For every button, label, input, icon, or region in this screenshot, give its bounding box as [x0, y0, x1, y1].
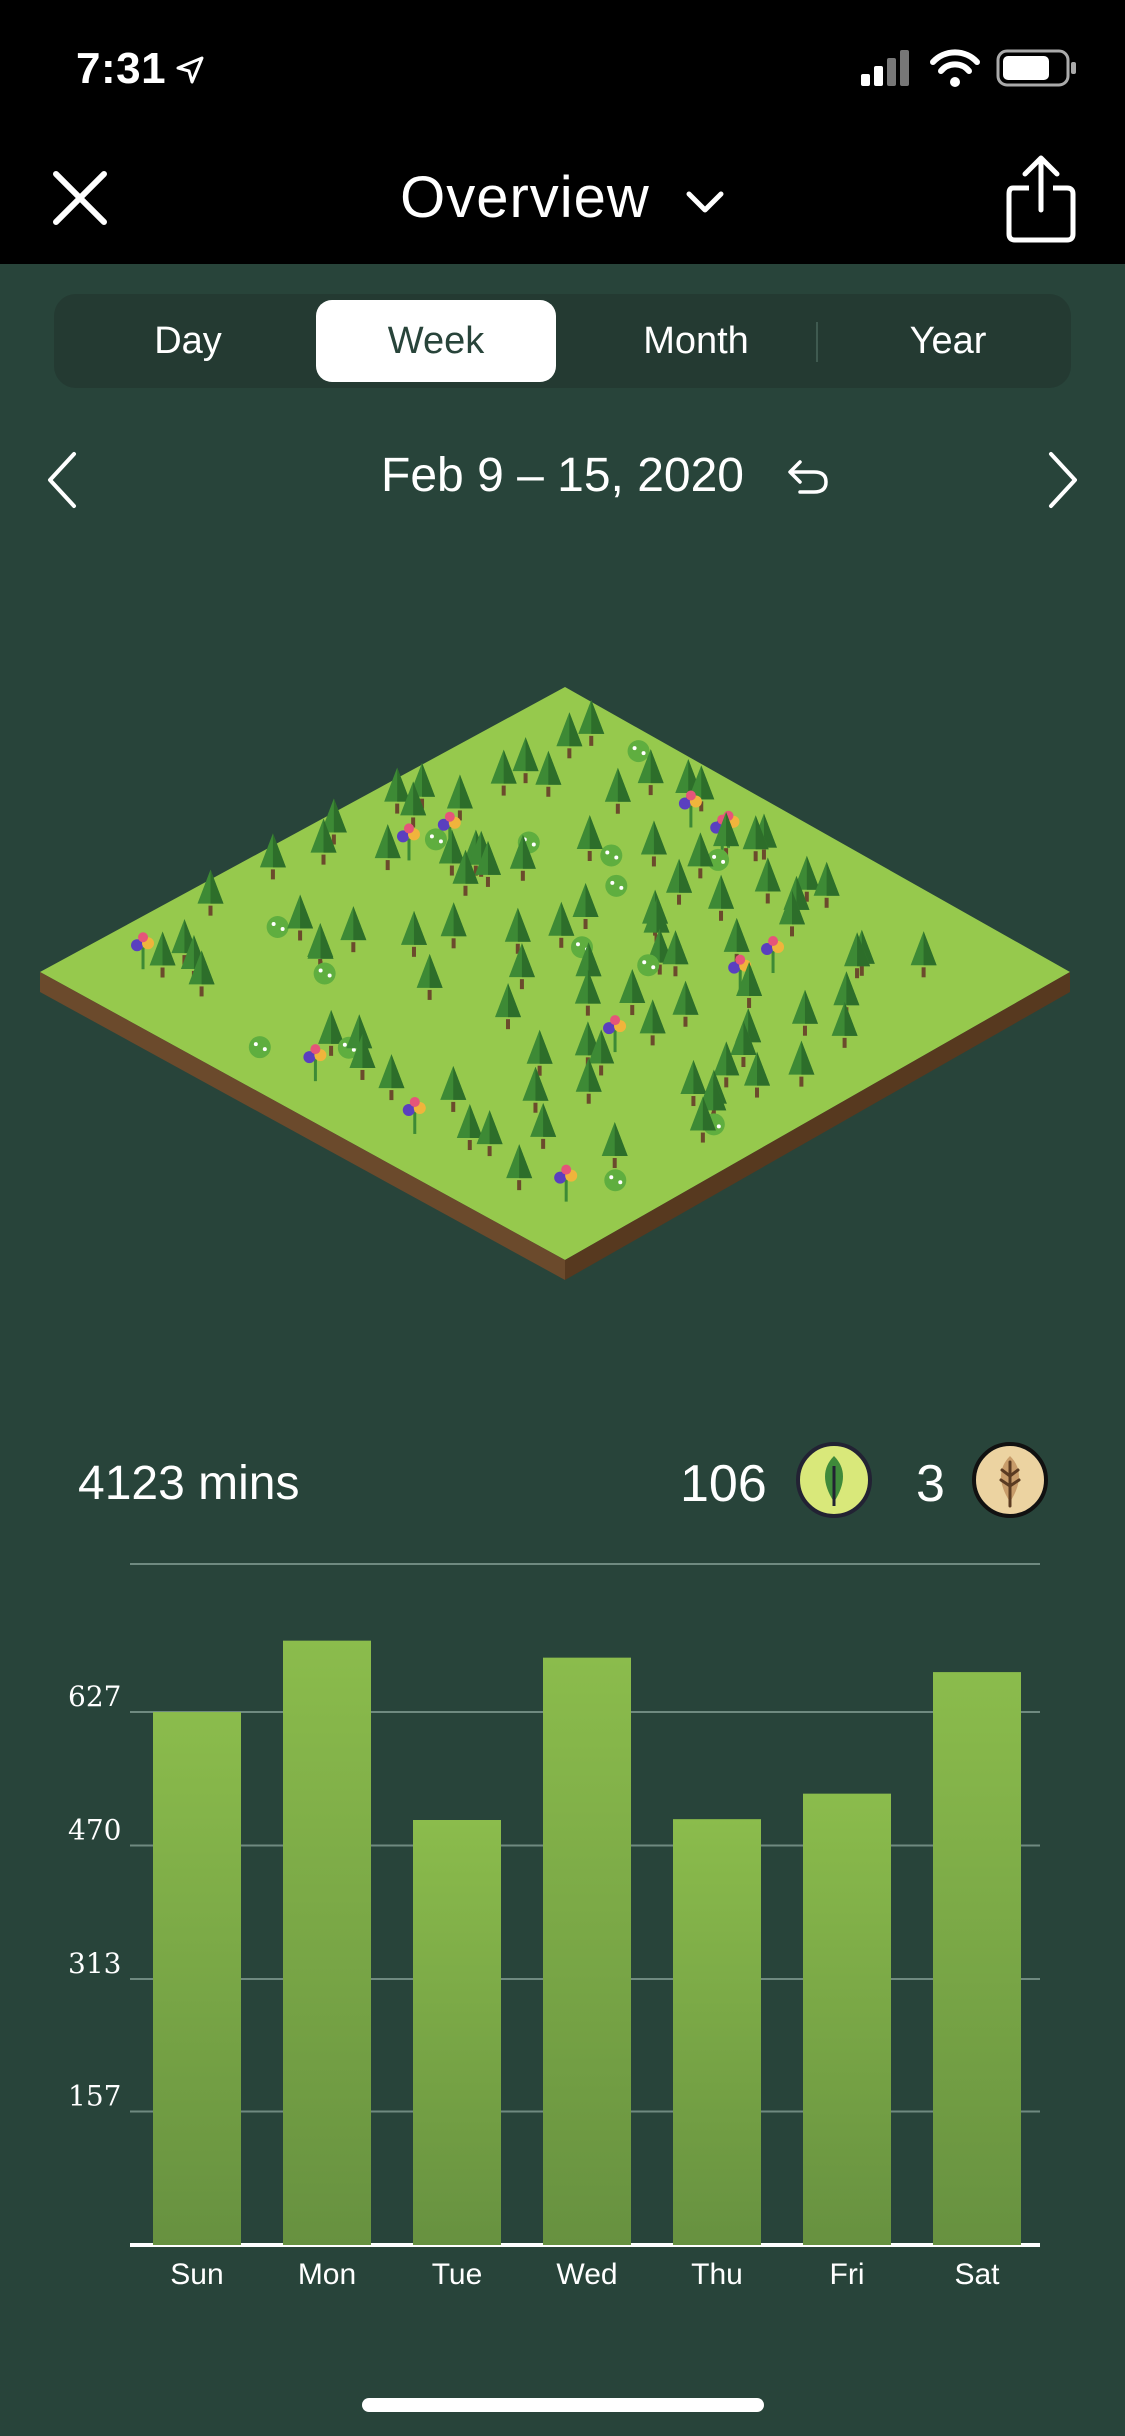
tab-week-label: Week	[387, 319, 485, 362]
dead-tree-count: 3	[916, 1455, 945, 1513]
bar-sat	[933, 1672, 1021, 2245]
forest-illustration	[40, 687, 1070, 1280]
bush	[313, 962, 336, 985]
tab-day-label: Day	[154, 319, 222, 362]
date-range: Feb 9 – 15, 2020	[381, 449, 744, 502]
bar-mon	[283, 1640, 371, 2245]
bush	[600, 844, 623, 867]
bush	[424, 828, 447, 851]
stats-row: 4123 mins 106 3	[0, 1440, 1125, 1540]
status-time: 7:31	[76, 44, 167, 93]
healthy-tree-count: 106	[680, 1455, 767, 1513]
status-indicators	[861, 46, 1081, 95]
status-bar: 7:31	[0, 0, 1125, 132]
tab-day[interactable]: Day	[68, 300, 308, 382]
date-navigator: Feb 9 – 15, 2020	[0, 440, 1125, 520]
bush	[248, 1036, 271, 1059]
bar-wed	[543, 1657, 631, 2245]
bar-sun	[153, 1712, 241, 2245]
overview-dropdown[interactable]: Overview	[0, 164, 1125, 231]
bush	[627, 740, 650, 763]
bar-tue	[413, 1820, 501, 2245]
share-icon[interactable]	[1001, 154, 1081, 244]
y-tick-label: 313	[68, 1947, 121, 1980]
tab-week[interactable]: Week	[316, 300, 556, 382]
x-tick-label: Fri	[830, 2258, 865, 2291]
undo-icon[interactable]	[786, 456, 830, 496]
x-tick-label: Sun	[170, 2258, 223, 2291]
cellular-signal-icon	[861, 50, 909, 86]
tab-divider	[816, 322, 818, 362]
battery-icon	[996, 49, 1076, 87]
y-tick-label: 470	[68, 1814, 121, 1847]
tab-month[interactable]: Month	[576, 300, 816, 382]
wifi-icon	[930, 49, 980, 87]
chevron-right-icon[interactable]	[1043, 448, 1083, 512]
x-tick-label: Sat	[954, 2258, 1000, 2291]
total-minutes: 4123 mins	[78, 1457, 300, 1510]
x-tick-label: Thu	[691, 2258, 743, 2291]
x-tick-label: Wed	[556, 2258, 617, 2291]
y-tick-label: 627	[68, 1680, 121, 1713]
dead-tree-icon	[972, 1442, 1048, 1518]
bush	[266, 915, 289, 938]
bush	[637, 954, 660, 977]
period-selector: Day Week Month Year	[54, 294, 1071, 388]
healthy-tree-icon	[796, 1442, 872, 1518]
y-tick-label: 157	[68, 2080, 121, 2113]
tab-year[interactable]: Year	[828, 300, 1068, 382]
page-title: Overview	[400, 165, 650, 230]
location-arrow-icon	[176, 56, 204, 84]
tab-year-label: Year	[909, 319, 987, 362]
x-tick-label: Tue	[432, 2258, 483, 2291]
weekly-focus-chart: 157 313 470 627 Sun Mon Tue Wed Thu Fri Sat	[68, 1563, 1040, 2291]
home-indicator	[362, 2398, 764, 2412]
bush	[604, 1169, 627, 1192]
bar-thu	[673, 1819, 761, 2245]
bush	[605, 874, 628, 897]
chevron-down-icon	[686, 191, 724, 213]
x-tick-label: Mon	[298, 2258, 356, 2291]
bar-fri	[803, 1793, 891, 2245]
tab-month-label: Month	[643, 319, 749, 362]
